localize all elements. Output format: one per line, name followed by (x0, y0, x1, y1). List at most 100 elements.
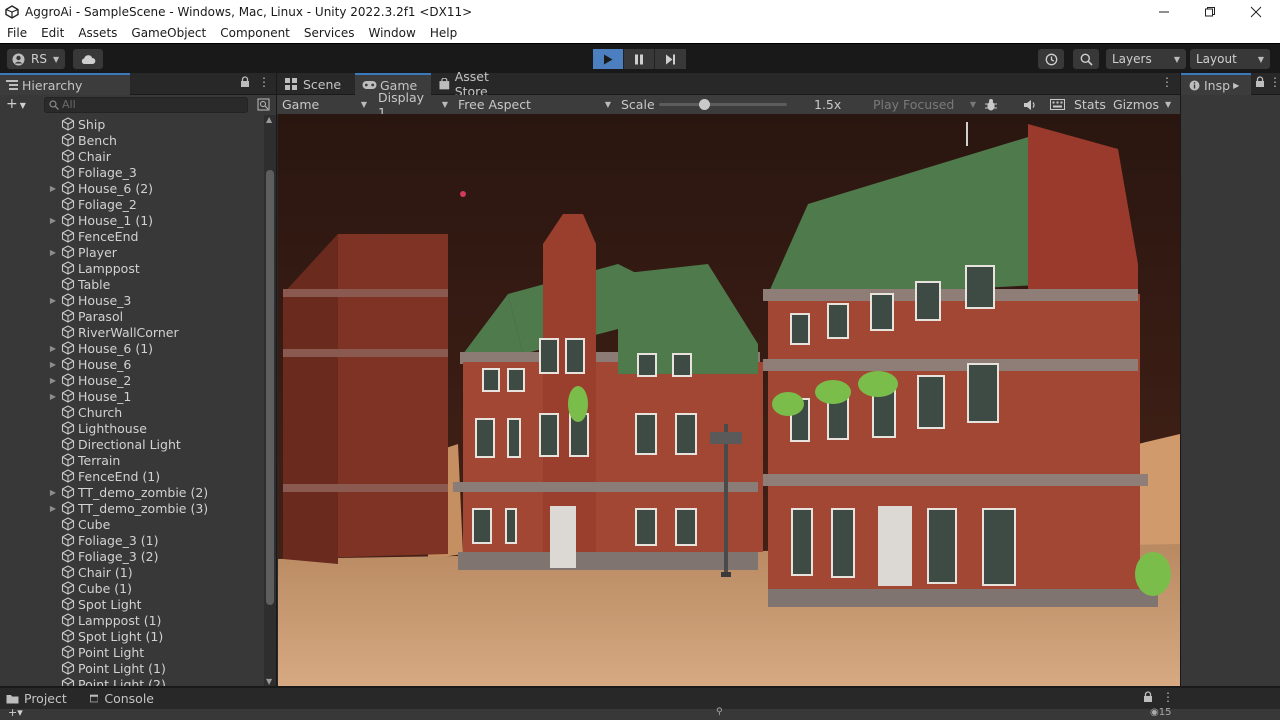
hierarchy-item[interactable]: Foliage_2 (0, 196, 264, 212)
hierarchy-item[interactable]: Table (0, 276, 264, 292)
keyboard-shortcuts-icon[interactable] (1050, 95, 1065, 114)
menu-file[interactable]: File (7, 26, 27, 40)
expand-arrow-icon[interactable]: ▶ (48, 212, 58, 228)
add-object-button[interactable]: + ▼ (6, 96, 26, 112)
close-button[interactable] (1233, 0, 1279, 23)
account-dropdown[interactable]: RS ▼ (7, 49, 65, 69)
hierarchy-item[interactable]: ▶ House_1 (1) (0, 212, 264, 228)
hierarchy-item[interactable]: Cube (0, 516, 264, 532)
hierarchy-item[interactable]: FenceEnd (1) (0, 468, 264, 484)
undo-history-button[interactable] (1038, 49, 1064, 69)
hierarchy-item[interactable]: Cube (1) (0, 580, 264, 596)
hierarchy-item[interactable]: Directional Light (0, 436, 264, 452)
expand-arrow-icon[interactable]: ▶ (48, 180, 58, 196)
hierarchy-item[interactable]: ▶ House_2 (0, 372, 264, 388)
hierarchy-item[interactable]: FenceEnd (0, 228, 264, 244)
hierarchy-item[interactable]: Chair (0, 148, 264, 164)
hierarchy-item[interactable]: Lamppost (0, 260, 264, 276)
menu-help[interactable]: Help (430, 26, 457, 40)
scrollbar-thumb[interactable] (266, 170, 274, 605)
scroll-down-icon[interactable]: ▼ (266, 677, 272, 686)
gizmos-button[interactable]: Gizmos (1113, 95, 1159, 114)
menu-component[interactable]: Component (220, 26, 290, 40)
hierarchy-item[interactable]: Church (0, 404, 264, 420)
tab-inspector[interactable]: Insp ▶ (1181, 73, 1251, 95)
hierarchy-item[interactable]: Spot Light (1) (0, 628, 264, 644)
hierarchy-item[interactable]: ▶ House_6 (2) (0, 180, 264, 196)
hierarchy-item[interactable]: Terrain (0, 452, 264, 468)
scroll-up-icon[interactable]: ▲ (266, 115, 272, 124)
tab-asset-store[interactable]: Asset Store (432, 69, 532, 99)
hierarchy-item[interactable]: ▶ TT_demo_zombie (2) (0, 484, 264, 500)
lock-icon[interactable] (1255, 76, 1265, 91)
stats-button[interactable]: Stats (1074, 95, 1106, 114)
expand-arrow-icon[interactable]: ▶ (48, 356, 58, 372)
lock-icon[interactable] (240, 76, 250, 91)
hierarchy-item[interactable]: Point Light (2) (0, 676, 264, 686)
scale-slider[interactable] (659, 95, 787, 114)
search-button[interactable] (1073, 49, 1099, 69)
more-options-icon[interactable]: ⋮ (1269, 75, 1280, 89)
hierarchy-item[interactable]: Parasol (0, 308, 264, 324)
aspect-dropdown[interactable]: Free Aspect ▼ (458, 95, 611, 114)
more-options-icon[interactable]: ⋮ (258, 75, 270, 89)
hierarchy-item[interactable]: Foliage_3 (1) (0, 532, 264, 548)
hierarchy-item[interactable]: Spot Light (0, 596, 264, 612)
more-options-icon[interactable]: ⋮ (1161, 75, 1173, 89)
hierarchy-item[interactable]: ▶ House_1 (0, 388, 264, 404)
menu-assets[interactable]: Assets (78, 26, 117, 40)
hierarchy-item[interactable]: Point Light (0, 644, 264, 660)
tab-console[interactable]: Console (82, 688, 162, 709)
hierarchy-item[interactable]: Foliage_3 (2) (0, 548, 264, 564)
pause-button[interactable] (624, 49, 655, 69)
hierarchy-item[interactable]: Ship (0, 116, 264, 132)
audio-mute-icon[interactable] (1023, 95, 1037, 114)
hierarchy-item[interactable]: RiverWallCorner (0, 324, 264, 340)
hierarchy-item[interactable]: Point Light (1) (0, 660, 264, 676)
tab-scene[interactable]: Scene (277, 73, 355, 95)
lock-icon[interactable] (1143, 691, 1153, 706)
search-icon[interactable]: ⚲ (716, 707, 723, 717)
bug-icon[interactable] (984, 95, 998, 114)
hierarchy-item[interactable]: Chair (1) (0, 564, 264, 580)
plus-icon[interactable]: +▾ (8, 706, 23, 719)
hierarchy-item[interactable]: ▶ TT_demo_zombie (3) (0, 500, 264, 516)
more-options-icon[interactable]: ⋮ (1162, 690, 1174, 704)
layers-dropdown[interactable]: Layers ▼ (1106, 49, 1186, 69)
cloud-button[interactable] (73, 49, 103, 69)
menu-edit[interactable]: Edit (41, 26, 64, 40)
hierarchy-item[interactable]: Foliage_3 (0, 164, 264, 180)
hierarchy-scrollbar[interactable]: ▲ ▼ (264, 115, 276, 686)
expand-arrow-icon[interactable]: ▶ (48, 244, 58, 260)
expand-arrow-icon[interactable]: ▶ (48, 388, 58, 404)
display-dropdown[interactable]: Display 1 ▼ (378, 90, 448, 120)
restore-button[interactable] (1187, 0, 1233, 23)
game-viewport[interactable] (278, 114, 1180, 686)
play-focused-dropdown[interactable]: Play Focused ▼ (873, 95, 976, 114)
hierarchy-item[interactable]: Lighthouse (0, 420, 264, 436)
hierarchy-item[interactable]: ▶ House_6 (1) (0, 340, 264, 356)
expand-arrow-icon[interactable]: ▶ (48, 500, 58, 516)
menu-gameobject[interactable]: GameObject (131, 26, 206, 40)
play-button[interactable] (593, 49, 624, 69)
hierarchy-item[interactable]: ▶ Player (0, 244, 264, 260)
menu-window[interactable]: Window (369, 26, 416, 40)
menu-services[interactable]: Services (304, 26, 355, 40)
game-mode-dropdown[interactable]: Game ▼ (282, 95, 367, 114)
hierarchy-item[interactable]: ▶ House_6 (0, 356, 264, 372)
scene-search-filter-icon[interactable] (257, 98, 270, 114)
tab-hierarchy[interactable]: Hierarchy (0, 73, 130, 95)
expand-arrow-icon[interactable]: ▶ (48, 292, 58, 308)
hierarchy-item[interactable]: Lamppost (1) (0, 612, 264, 628)
scale-slider-thumb[interactable] (699, 99, 710, 110)
hierarchy-item[interactable]: Bench (0, 132, 264, 148)
expand-arrow-icon[interactable]: ▶ (48, 340, 58, 356)
chevron-down-icon[interactable]: ▼ (1165, 95, 1171, 114)
hierarchy-item[interactable]: ▶ House_3 (0, 292, 264, 308)
expand-arrow-icon[interactable]: ▶ (48, 372, 58, 388)
minimize-button[interactable] (1141, 0, 1187, 23)
expand-arrow-icon[interactable]: ▶ (48, 484, 58, 500)
step-button[interactable] (655, 49, 686, 69)
hierarchy-search-input[interactable]: All (44, 97, 248, 113)
layout-dropdown[interactable]: Layout ▼ (1190, 49, 1270, 69)
